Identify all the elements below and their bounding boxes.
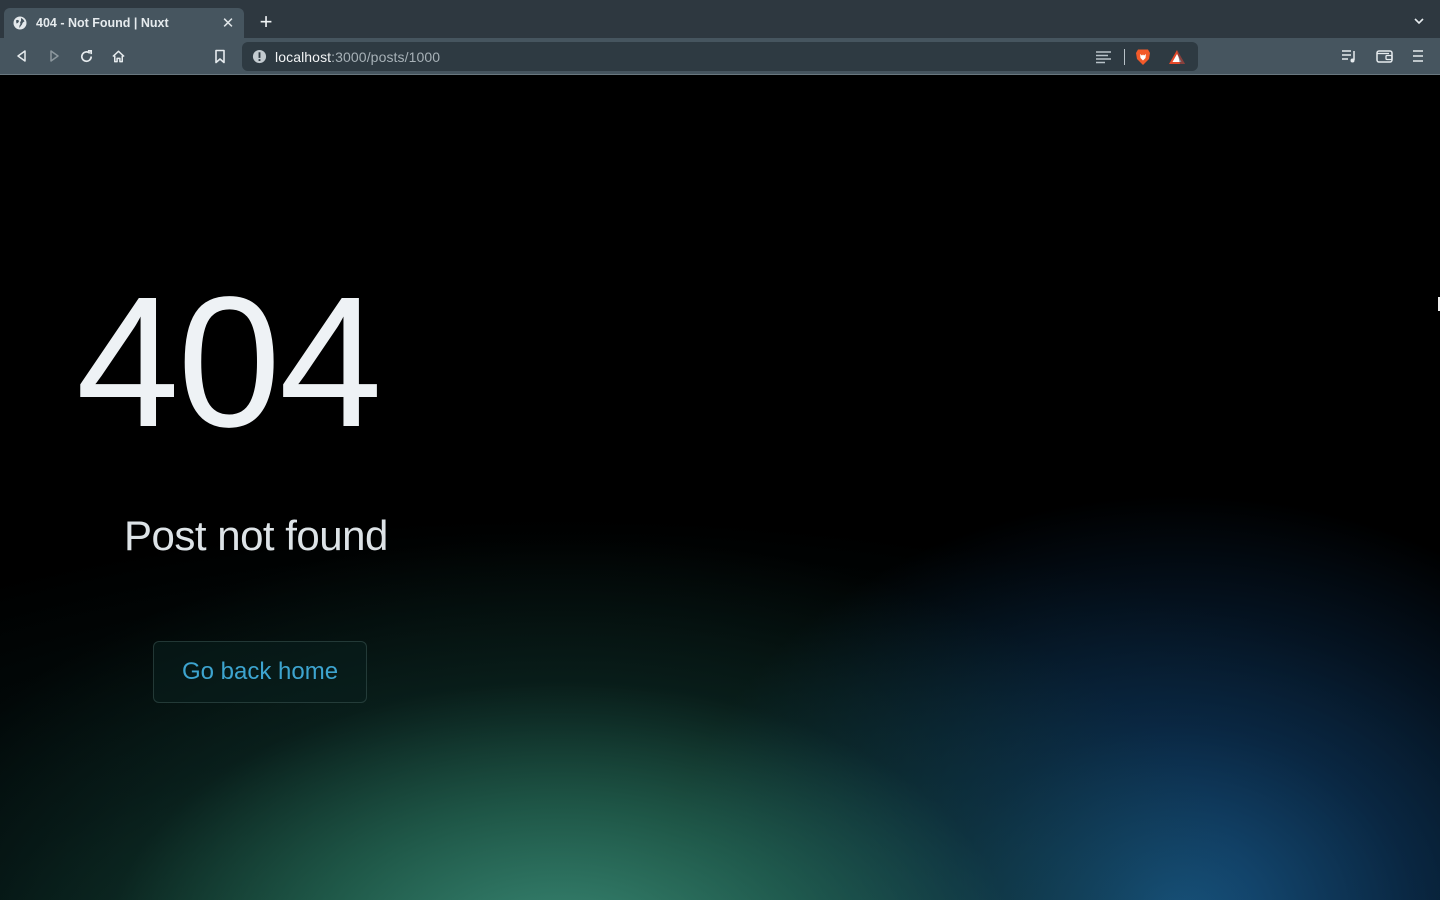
reload-icon bbox=[80, 49, 92, 62]
address-bar-actions bbox=[1095, 47, 1186, 67]
tab-title: 404 - Not Found | Nuxt bbox=[36, 16, 169, 30]
address-bar[interactable]: localhost:3000/posts/1000 bbox=[242, 42, 1198, 71]
menu-icon bbox=[1413, 50, 1423, 62]
media-playlist-icon bbox=[1341, 49, 1355, 62]
error-message: Post not found bbox=[124, 512, 388, 559]
back-icon bbox=[17, 50, 26, 62]
toolbar: localhost:3000/posts/1000 bbox=[0, 38, 1440, 75]
forward-icon bbox=[50, 50, 59, 62]
go-back-home-button[interactable]: Go back home bbox=[153, 641, 367, 703]
home-button[interactable] bbox=[108, 46, 128, 66]
reload-button[interactable] bbox=[76, 46, 96, 66]
url-path: :3000/posts/1000 bbox=[331, 48, 441, 65]
info-icon[interactable] bbox=[252, 49, 267, 64]
home-icon bbox=[111, 50, 125, 62]
bookmark-icon bbox=[215, 49, 225, 63]
forward-button[interactable] bbox=[44, 46, 64, 66]
wallet-icon bbox=[1375, 50, 1393, 63]
go-back-home-label: Go back home bbox=[181, 658, 339, 685]
tab-strip: 404 - Not Found | Nuxt ✕ + bbox=[0, 0, 1440, 38]
playlist-button[interactable] bbox=[1339, 46, 1359, 66]
menu-button[interactable] bbox=[1408, 46, 1428, 66]
tab-active[interactable]: 404 - Not Found | Nuxt ✕ bbox=[4, 8, 244, 38]
wallet-button[interactable] bbox=[1374, 46, 1394, 66]
error-code: 404 bbox=[76, 259, 382, 466]
brave-rewards-icon[interactable] bbox=[1168, 49, 1186, 65]
url-host: localhost bbox=[275, 48, 332, 65]
error-page: 404 Post not found Go back home bbox=[0, 75, 1440, 900]
bookmark-button[interactable] bbox=[210, 46, 230, 66]
divider bbox=[1124, 49, 1125, 65]
close-tab-button[interactable]: ✕ bbox=[220, 16, 236, 31]
new-tab-button[interactable]: + bbox=[256, 11, 276, 33]
url-text[interactable]: localhost:3000/posts/1000 bbox=[275, 49, 440, 65]
back-button[interactable] bbox=[12, 46, 32, 66]
reader-mode-icon[interactable] bbox=[1095, 50, 1112, 64]
brave-shields-icon[interactable] bbox=[1135, 48, 1151, 66]
tab-list-chevron-icon[interactable] bbox=[1412, 14, 1426, 28]
globe-icon bbox=[13, 16, 27, 30]
